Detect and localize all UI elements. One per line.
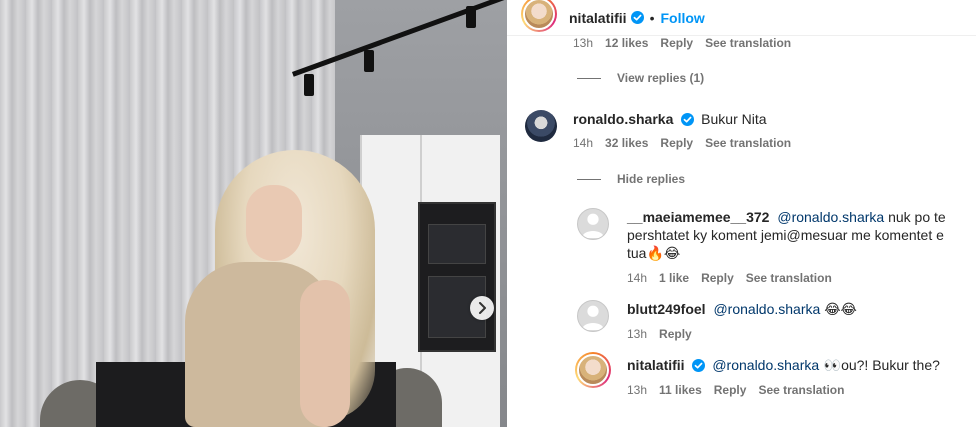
reply: nitalatifii @ronaldo.sharka 👀ou?! Bukur … [575,352,940,397]
see-translation-button[interactable]: See translation [758,383,844,397]
follow-button[interactable]: Follow [660,10,704,26]
comment-likes[interactable]: 32 likes [605,136,648,150]
see-translation-button[interactable]: See translation [705,136,791,150]
post-header: nitalatifii • Follow [507,0,976,36]
comment-likes[interactable]: 12 likes [605,38,648,50]
commenter-avatar[interactable] [525,110,557,142]
commenter-avatar[interactable] [577,208,609,240]
view-replies-toggle[interactable]: View replies (1) [577,71,704,85]
toggle-line [577,77,601,79]
hide-replies-toggle[interactable]: Hide replies [577,172,685,186]
comment-meta: 14h 32 likes Reply See translation [573,136,791,150]
reply-button[interactable]: Reply [660,136,693,150]
comments-panel: nitalatifii • Follow 13h 12 likes Reply … [507,0,976,427]
see-translation-button[interactable]: See translation [705,38,791,50]
default-avatar-icon [581,213,605,238]
oven [418,202,496,352]
comment-time: 14h [573,136,594,150]
commenter-username[interactable]: blutt249foel [627,301,706,317]
comment-emoji: 👀 [819,358,842,374]
reply-button[interactable]: Reply [714,383,747,397]
track-light [364,50,374,72]
comment-time: 14h [627,271,648,285]
commenter-username[interactable]: ronaldo.sharka [573,111,673,127]
comment: ronaldo.sharka Bukur Nita 14h 32 likes R… [525,110,791,150]
comment-meta: 13h Reply [627,327,857,341]
mention-link[interactable]: @ronaldo.sharka [712,357,819,373]
post-photo [0,0,507,427]
comment-likes[interactable]: 1 like [659,271,689,285]
track-light [304,74,314,96]
comment-time: 13h [627,327,648,341]
mention-link[interactable]: @ronaldo.sharka [777,209,884,225]
reply-button[interactable]: Reply [659,327,692,341]
reply: blutt249foel @ronaldo.sharka 😂😂 13h Repl… [577,300,857,341]
commenter-avatar[interactable] [575,352,611,388]
see-translation-button[interactable]: See translation [746,271,832,285]
view-replies-label: View replies (1) [617,71,705,85]
author-username[interactable]: nitalatifii [569,10,627,26]
mention-link[interactable]: @ronaldo.sharka [713,301,820,317]
chevron-right-icon [479,302,486,314]
default-avatar-icon [581,305,605,330]
reply-button[interactable]: Reply [701,271,734,285]
commenter-username[interactable]: __maeiamemee__372 [627,209,769,225]
hide-replies-label: Hide replies [617,172,686,186]
person-arm [300,280,350,427]
verified-badge-icon [692,359,706,372]
author-avatar[interactable] [521,0,557,32]
reply: __maeiamemee__372 @ronaldo.sharka nuk po… [577,208,962,285]
comment-time: 13h [627,383,648,397]
comment-emoji: 😂😂 [824,302,857,318]
verified-badge-icon [681,113,695,126]
comment-likes[interactable]: 11 likes [659,383,702,397]
toggle-line [577,178,601,180]
verified-badge-icon [630,11,644,24]
comment-text: ou?! Bukur the? [841,357,940,373]
comment-emoji: 🔥😂 [646,246,681,262]
comment-meta: 13h 11 likes Reply See translation [627,383,940,397]
reply-button[interactable]: Reply [660,38,693,50]
person-face [246,185,302,261]
separator-dot: • [649,9,655,26]
comment-text: Bukur Nita [701,111,767,127]
track-light [466,6,476,28]
commenter-username[interactable]: nitalatifii [627,357,685,373]
commenter-avatar[interactable] [577,300,609,332]
comment-meta: 14h 1 like Reply See translation [627,271,962,285]
previous-comment-meta: 13h 12 likes Reply See translation [573,36,791,50]
comment-time: 13h [573,36,594,50]
next-image-button[interactable] [470,296,494,320]
